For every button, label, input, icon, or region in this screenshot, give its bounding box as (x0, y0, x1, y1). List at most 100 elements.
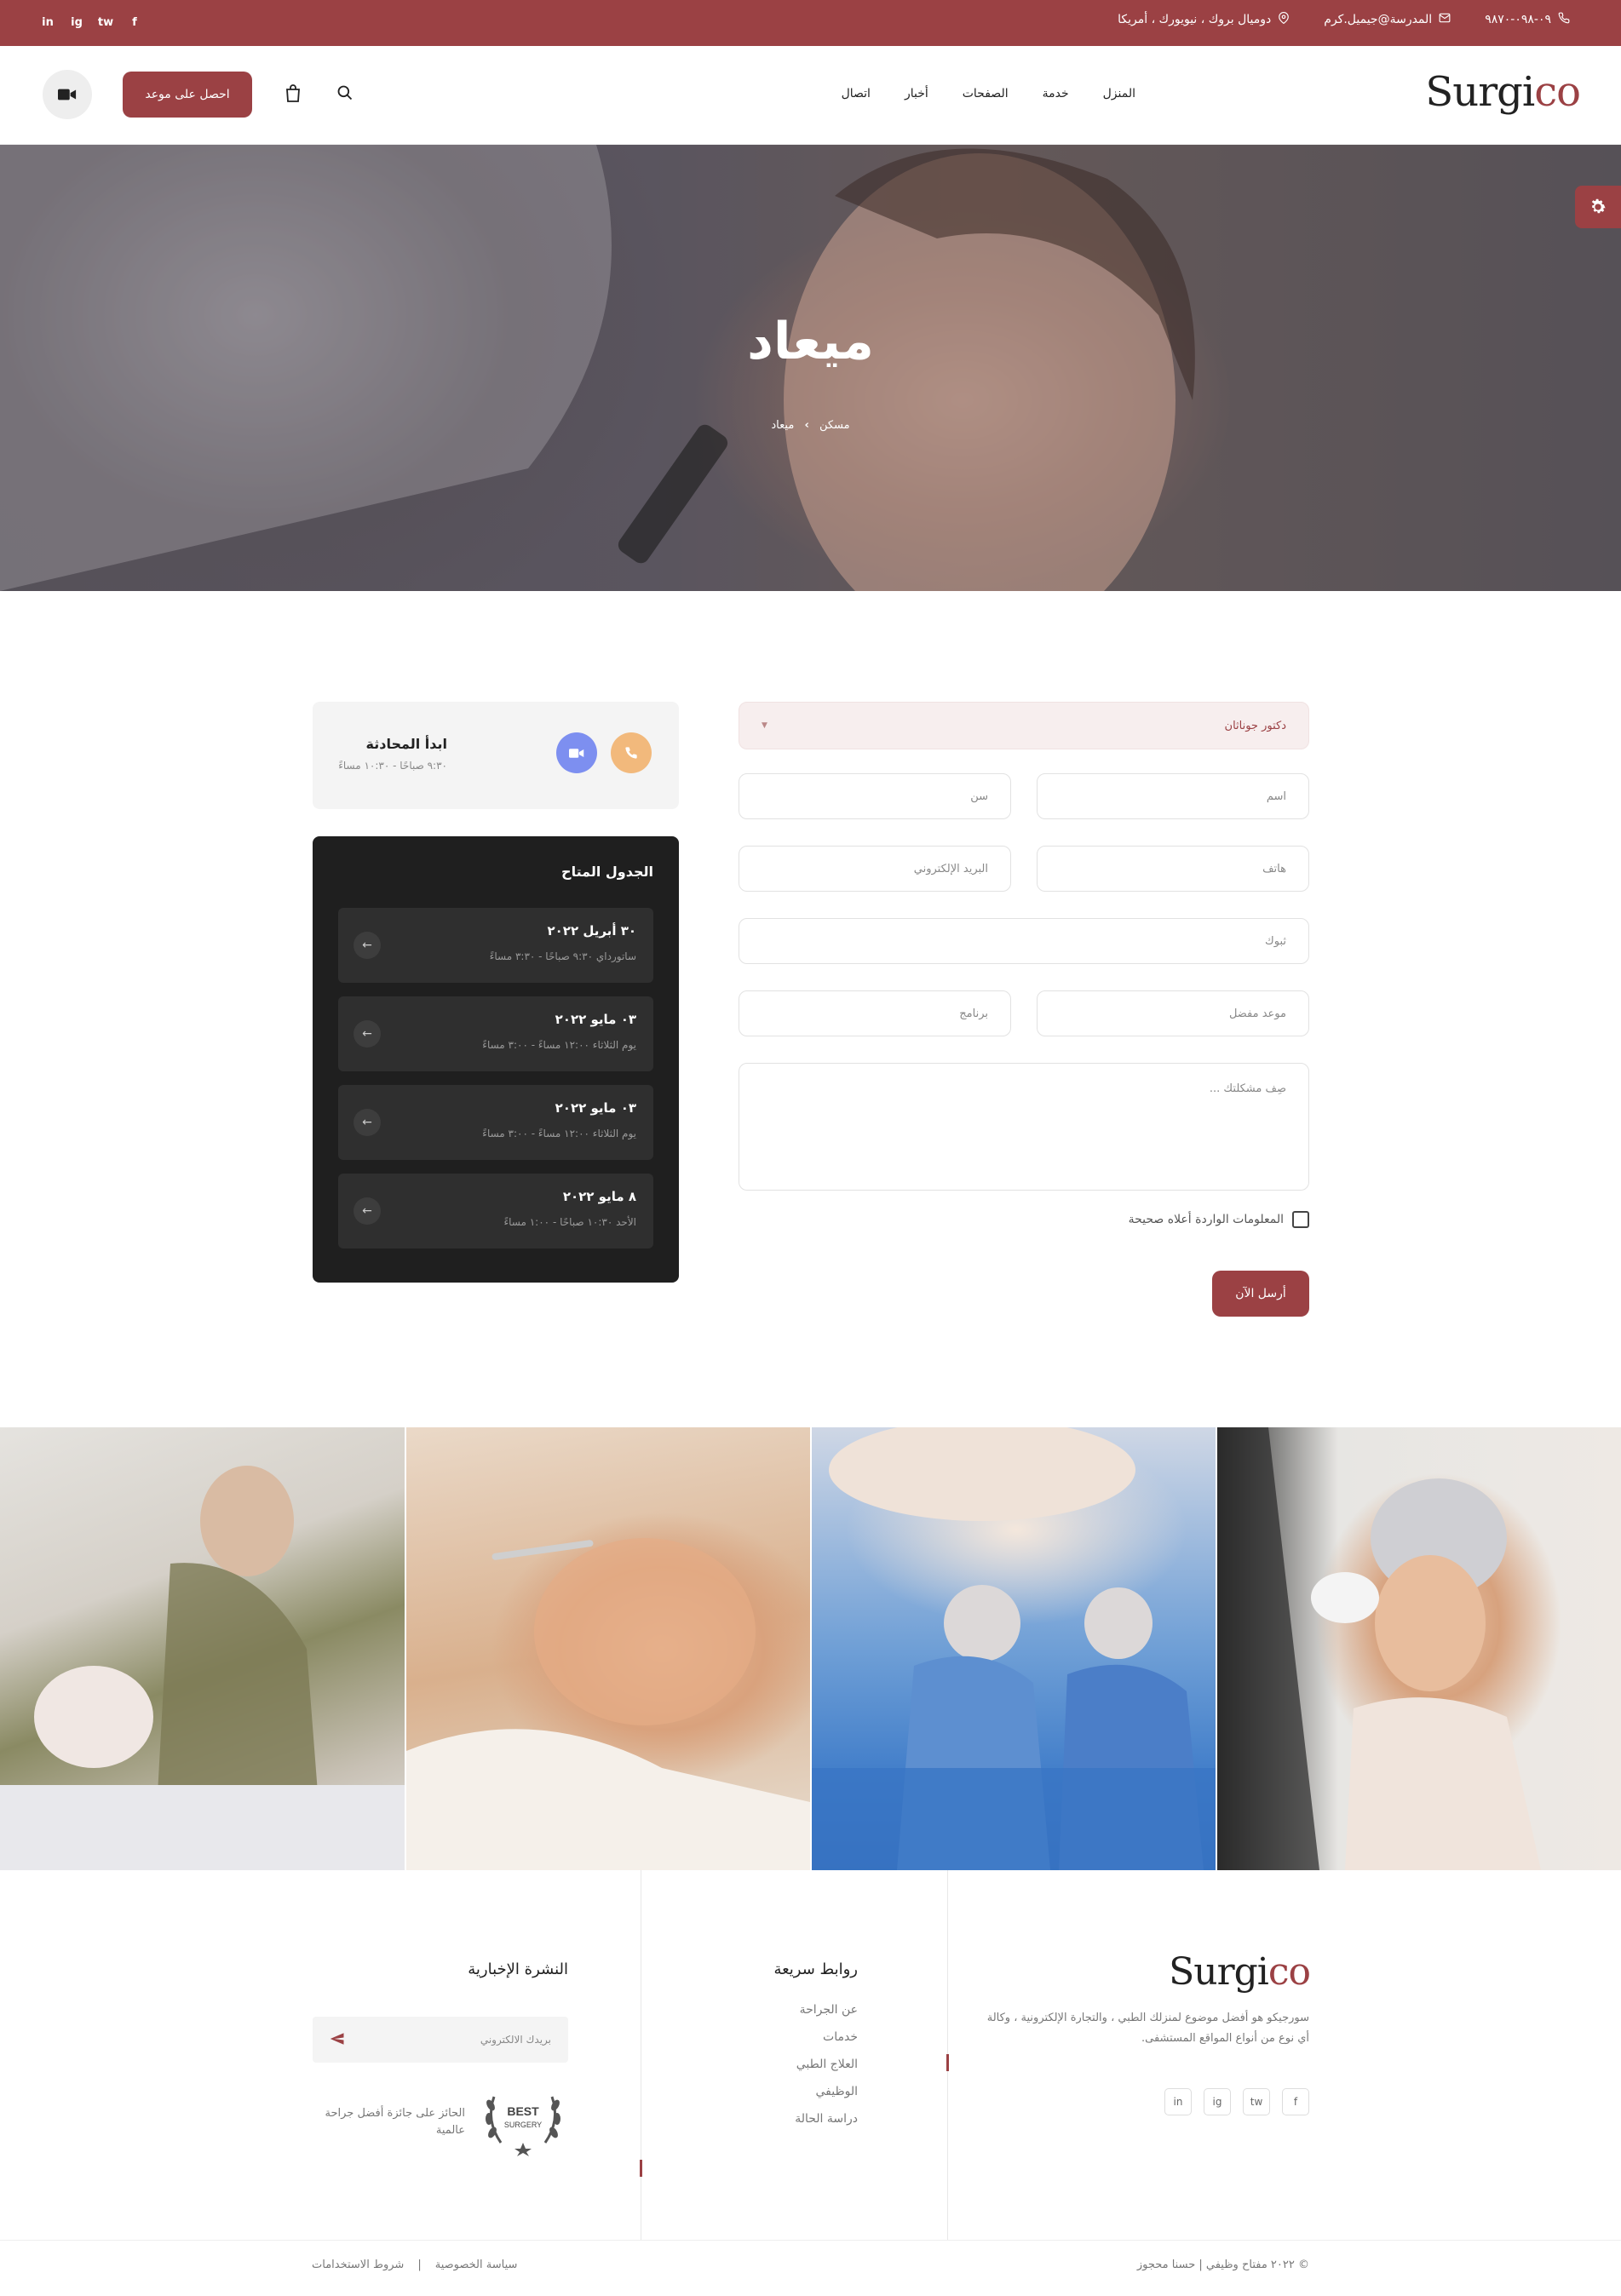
address-text: دوميال بروك ، نيويورك ، أمريكا (1118, 13, 1272, 26)
chevron-down-icon: ▼ (762, 721, 767, 730)
preferred-date-field[interactable]: موعد مفضل (1037, 990, 1309, 1036)
arrow-left-icon[interactable]: ← (354, 932, 381, 959)
facebook-icon[interactable]: f (128, 14, 141, 31)
title-field[interactable]: ثبوك (739, 918, 1309, 964)
chat-hours: ٩:٣٠ صباحًا - ١٠:٣٠ مساءً (338, 760, 447, 772)
video-call-button[interactable] (43, 70, 92, 119)
gallery-image-4[interactable] (1217, 1427, 1621, 1870)
footer-link[interactable]: دراسة الحالة (795, 2112, 858, 2126)
legal-divider: | (417, 2259, 422, 2271)
newsletter-placeholder: بريدك الالكتروني (480, 2034, 551, 2046)
top-bar: in ig tw f ٠٩-٠٩٨-٩٨٧٠ المدرسة@جيميل.كرم… (0, 0, 1621, 46)
linkedin-icon[interactable]: in (1164, 2088, 1192, 2115)
settings-toggle[interactable] (1575, 186, 1621, 228)
gallery-image-3[interactable] (812, 1427, 1216, 1870)
schedule-slot[interactable]: ٠٣ مايو ٢٠٢٢ يوم الثلاثاء ١٢:٠٠ مساءً - … (338, 1085, 653, 1160)
get-appointment-button[interactable]: احصل على موعد (123, 72, 252, 118)
linkedin-icon[interactable]: in (41, 14, 55, 31)
confirm-checkbox-row[interactable]: المعلومات الواردة أعلاه صحيحة (739, 1209, 1309, 1230)
arrow-left-icon[interactable]: ← (354, 1197, 381, 1225)
footer-logo[interactable]: Surgico (1169, 1950, 1311, 1994)
email-field[interactable]: البريد الإلكتروني (739, 846, 1011, 892)
contact-info: ٠٩-٠٩٨-٩٨٧٠ المدرسة@جيميل.كرم دوميال برو… (1118, 12, 1570, 27)
quick-links-list: عن الجراحة خدمات العلاج الطبي الوظيفي در… (795, 2003, 858, 2126)
nav-home[interactable]: المنزل (1103, 87, 1135, 100)
nav-news[interactable]: أخبار (905, 87, 928, 100)
schedule-slot[interactable]: ٣٠ أبريل ٢٠٢٢ ساتورداي ٩:٣٠ صباحًا - ٣:٣… (338, 908, 653, 983)
breadcrumb-current: ميعاد (771, 419, 795, 432)
phone-icon (1558, 12, 1570, 27)
phone-field[interactable]: هاتف (1037, 846, 1309, 892)
video-chat-button[interactable] (556, 732, 597, 773)
address-info: دوميال بروك ، نيويورك ، أمريكا (1118, 12, 1290, 27)
copyright: © ٢٠٢٢ مفتاح وظيفي | حسنا محجوز (1136, 2259, 1309, 2271)
problem-textarea[interactable]: صِف مشكلتك ... (739, 1063, 1309, 1191)
footer-link[interactable]: خدمات (795, 2030, 858, 2044)
footer-accent-mark (946, 2054, 949, 2071)
terms-link[interactable]: شروط الاستخدامات (312, 2259, 404, 2271)
twitter-icon[interactable]: tw (98, 14, 113, 31)
footer-bottom-divider (0, 2240, 1621, 2241)
privacy-link[interactable]: سياسة الخصوصية (435, 2259, 518, 2271)
nav-pages[interactable]: الصفحات (963, 87, 1009, 100)
newsletter-title: النشرة الإخبارية (468, 1960, 568, 1978)
submit-button[interactable]: أرسل الآن (1212, 1271, 1309, 1317)
slot-time: الأحد ١٠:٣٠ صباحًا - ١:٠٠ مساءً (503, 1216, 636, 1228)
slot-time: يوم الثلاثاء ١٢:٠٠ مساءً - ٣:٠٠ مساءً (482, 1039, 636, 1051)
doctor-select-value: دكتور جوناثان (1224, 719, 1286, 732)
twitter-icon[interactable]: tw (1243, 2088, 1270, 2115)
age-field[interactable]: سن (739, 773, 1011, 819)
award-block: BEST SURGERY الحائز على جائزة أفضل جراحة… (312, 2086, 567, 2156)
footer-link[interactable]: عن الجراحة (795, 2003, 858, 2017)
program-field[interactable]: برنامج (739, 990, 1011, 1036)
gallery-image-2[interactable] (406, 1427, 810, 1870)
chat-title: ابدأ المحادثة (365, 736, 447, 752)
confirm-checkbox[interactable] (1292, 1211, 1309, 1228)
gallery-image-1[interactable] (0, 1427, 405, 1870)
email-info[interactable]: المدرسة@جيميل.كرم (1324, 12, 1451, 27)
footer-logo-accent: co (1267, 1950, 1311, 1994)
breadcrumb-separator: › (804, 419, 809, 432)
name-field[interactable]: اسم (1037, 773, 1309, 819)
problem-placeholder: صِف مشكلتك ... (1209, 1082, 1286, 1095)
schedule-slot[interactable]: ٨ مايو ٢٠٢٢ الأحد ١٠:٣٠ صباحًا - ١:٠٠ مس… (338, 1174, 653, 1248)
mail-icon (1439, 12, 1451, 27)
footer-logo-main: Surgi (1169, 1950, 1269, 1994)
best-surgery-badge: BEST SURGERY (486, 2096, 560, 2156)
footer-social-links: f tw ig in (1164, 2088, 1309, 2115)
slot-date: ٣٠ أبريل ٢٠٢٢ (547, 923, 636, 938)
footer-link[interactable]: العلاج الطبي (795, 2058, 858, 2071)
phone-info[interactable]: ٠٩-٠٩٨-٩٨٧٠ (1485, 12, 1570, 27)
search-icon (337, 85, 353, 100)
video-camera-icon (58, 89, 77, 100)
award-bottom-text: SURGERY (504, 2121, 542, 2129)
site-logo[interactable]: Surgico (1425, 68, 1581, 116)
cart-button[interactable] (283, 82, 303, 106)
gear-icon (1591, 198, 1606, 214)
slot-date: ٨ مايو ٢٠٢٢ (562, 1189, 636, 1204)
send-icon[interactable] (330, 2031, 345, 2049)
top-social-links: in ig tw f (41, 14, 141, 31)
award-text: الحائز على جائزة أفضل جراحة عالمية (325, 2107, 465, 2137)
breadcrumb: مسكن › ميعاد (0, 419, 1621, 432)
chat-card: ابدأ المحادثة ٩:٣٠ صباحًا - ١٠:٣٠ مساءً (313, 702, 679, 809)
newsletter-input[interactable]: بريدك الالكتروني (313, 2017, 568, 2063)
breadcrumb-home[interactable]: مسكن (819, 419, 850, 432)
arrow-left-icon[interactable]: ← (354, 1020, 381, 1048)
nav-service[interactable]: خدمة (1043, 87, 1069, 100)
logo-accent: co (1534, 68, 1581, 116)
slot-time: يوم الثلاثاء ١٢:٠٠ مساءً - ٣:٠٠ مساءً (482, 1128, 636, 1139)
arrow-left-icon[interactable]: ← (354, 1109, 381, 1136)
footer-accent-mark (640, 2160, 642, 2177)
footer-link[interactable]: الوظيفي (795, 2085, 858, 2098)
schedule-slot[interactable]: ٠٣ مايو ٢٠٢٢ يوم الثلاثاء ١٢:٠٠ مساءً - … (338, 996, 653, 1071)
phone-chat-button[interactable] (611, 732, 652, 773)
search-button[interactable] (334, 82, 356, 104)
nav-contact[interactable]: اتصال (842, 87, 871, 100)
main-header: Surgico المنزل خدمة الصفحات أخبار اتصال … (0, 46, 1621, 145)
doctor-select[interactable]: دكتور جوناثان ▼ (739, 702, 1309, 749)
facebook-icon[interactable]: f (1282, 2088, 1309, 2115)
shopping-bag-icon (286, 84, 300, 102)
instagram-icon[interactable]: ig (1204, 2088, 1231, 2115)
instagram-icon[interactable]: ig (70, 14, 83, 31)
